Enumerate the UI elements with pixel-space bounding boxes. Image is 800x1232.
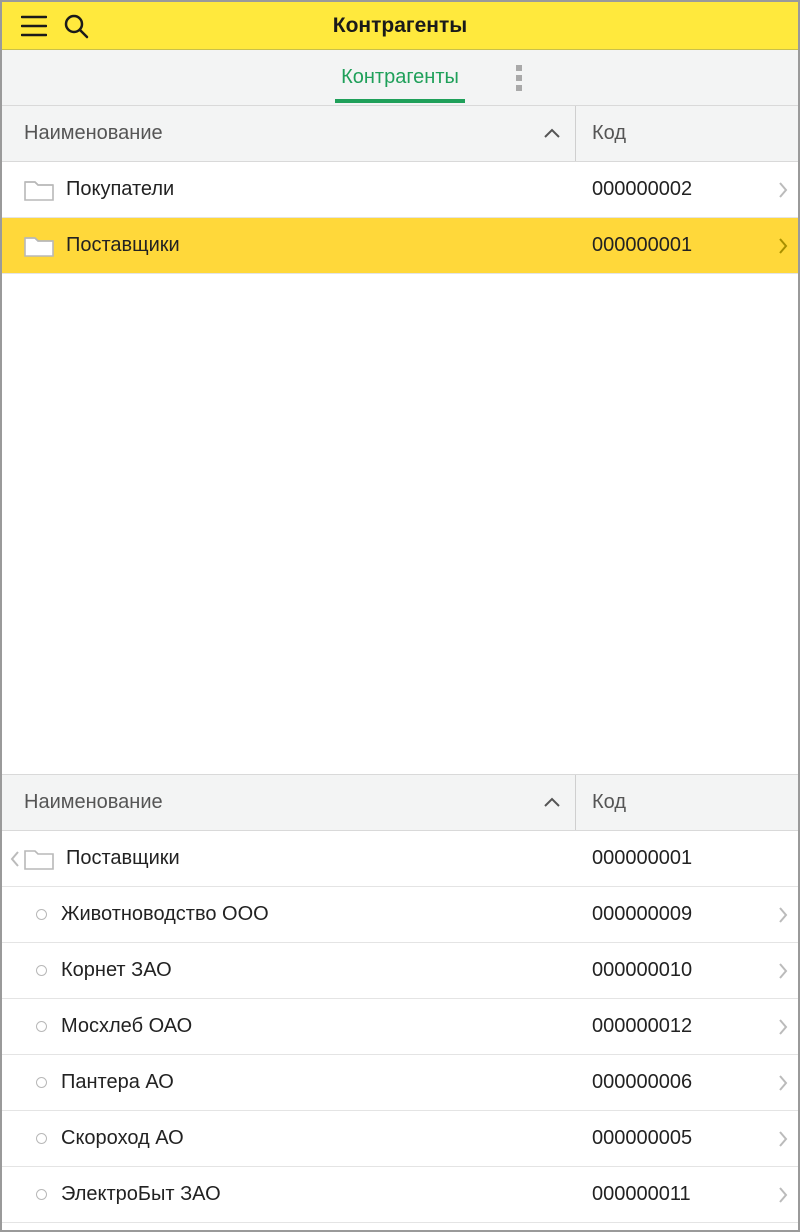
column-header-bottom: Наименование Код: [2, 775, 798, 831]
kebab-dot-icon: [516, 85, 522, 91]
item-label: Животноводство ООО: [61, 903, 269, 926]
column-name[interactable]: Наименование: [2, 775, 576, 830]
column-header-top: Наименование Код: [2, 106, 798, 162]
list-item[interactable]: Животноводство ООО 000000009: [2, 887, 798, 943]
disclosure-button[interactable]: [768, 1018, 798, 1036]
column-code-label: Код: [592, 791, 626, 814]
column-code[interactable]: Код: [576, 122, 798, 145]
open-folder-row[interactable]: Поставщики 000000001: [2, 831, 798, 887]
item-code: 000000009: [592, 903, 692, 926]
page-title: Контрагенты: [2, 14, 798, 38]
list-item[interactable]: Пантера АО 000000006: [2, 1055, 798, 1111]
item-bullet-icon: [36, 1077, 47, 1088]
chevron-right-icon: [778, 181, 788, 199]
open-folder-code: 000000001: [592, 847, 692, 870]
chevron-right-icon: [778, 906, 788, 924]
list-item[interactable]: Мосхлеб ОАО 000000012: [2, 999, 798, 1055]
chevron-right-icon: [778, 237, 788, 255]
hamburger-icon: [21, 15, 47, 37]
folder-icon: [24, 234, 54, 258]
item-code: 000000006: [592, 1071, 692, 1094]
app-frame: Контрагенты Контрагенты Наименование Код: [0, 0, 800, 1232]
column-name-label: Наименование: [24, 791, 163, 814]
item-code: 000000011: [592, 1183, 691, 1206]
spacer: [2, 274, 798, 774]
disclosure-button[interactable]: [768, 1130, 798, 1148]
item-label: Скороход АО: [61, 1127, 184, 1150]
item-bullet-icon: [36, 909, 47, 920]
folder-row-buyers[interactable]: Покупатели 000000002: [2, 162, 798, 218]
menu-button[interactable]: [20, 12, 48, 40]
back-button[interactable]: [10, 850, 20, 868]
open-folder-label: Поставщики: [66, 847, 180, 870]
item-label: Мосхлеб ОАО: [61, 1015, 192, 1038]
item-label: ЭлектроБыт ЗАО: [61, 1183, 221, 1206]
disclosure-button[interactable]: [768, 1074, 798, 1092]
folder-label: Покупатели: [66, 178, 174, 201]
folder-list: Покупатели 000000002 Поставщики 00000000…: [2, 162, 798, 274]
folder-code: 000000001: [592, 234, 692, 257]
chevron-right-icon: [778, 1018, 788, 1036]
kebab-dot-icon: [516, 65, 522, 71]
folder-label: Поставщики: [66, 234, 180, 257]
chevron-right-icon: [778, 962, 788, 980]
list-item[interactable]: Корнет ЗАО 000000010: [2, 943, 798, 999]
more-menu-button[interactable]: [510, 59, 528, 97]
item-bullet-icon: [36, 1021, 47, 1032]
disclosure-button[interactable]: [768, 237, 798, 255]
list-item[interactable]: Скороход АО 000000005: [2, 1111, 798, 1167]
disclosure-button[interactable]: [768, 181, 798, 199]
search-icon: [63, 13, 89, 39]
column-code[interactable]: Код: [576, 791, 798, 814]
kebab-dot-icon: [516, 75, 522, 81]
detail-panel: Наименование Код Поставщики 000000001: [2, 774, 798, 1223]
disclosure-button[interactable]: [768, 1186, 798, 1204]
chevron-right-icon: [778, 1186, 788, 1204]
column-name-label: Наименование: [24, 122, 163, 145]
column-name[interactable]: Наименование: [2, 106, 576, 161]
sort-asc-icon: [543, 797, 561, 809]
item-bullet-icon: [36, 1133, 47, 1144]
tab-contractors[interactable]: Контрагенты: [335, 52, 465, 103]
item-code: 000000005: [592, 1127, 692, 1150]
sort-asc-icon: [543, 128, 561, 140]
chevron-left-icon: [10, 850, 20, 868]
disclosure-button[interactable]: [768, 962, 798, 980]
item-code: 000000010: [592, 959, 692, 982]
folder-code: 000000002: [592, 178, 692, 201]
chevron-right-icon: [778, 1130, 788, 1148]
tab-bar: Контрагенты: [2, 50, 798, 106]
item-bullet-icon: [36, 1189, 47, 1200]
disclosure-button[interactable]: [768, 906, 798, 924]
folder-row-suppliers[interactable]: Поставщики 000000001: [2, 218, 798, 274]
title-bar: Контрагенты: [2, 2, 798, 50]
folder-icon: [24, 178, 54, 202]
item-bullet-icon: [36, 965, 47, 976]
item-label: Пантера АО: [61, 1071, 174, 1094]
item-code: 000000012: [592, 1015, 692, 1038]
folder-open-icon: [24, 847, 54, 871]
search-button[interactable]: [62, 12, 90, 40]
column-code-label: Код: [592, 122, 626, 145]
item-label: Корнет ЗАО: [61, 959, 172, 982]
chevron-right-icon: [778, 1074, 788, 1092]
list-item[interactable]: ЭлектроБыт ЗАО 000000011: [2, 1167, 798, 1223]
spacer: [2, 1223, 798, 1230]
